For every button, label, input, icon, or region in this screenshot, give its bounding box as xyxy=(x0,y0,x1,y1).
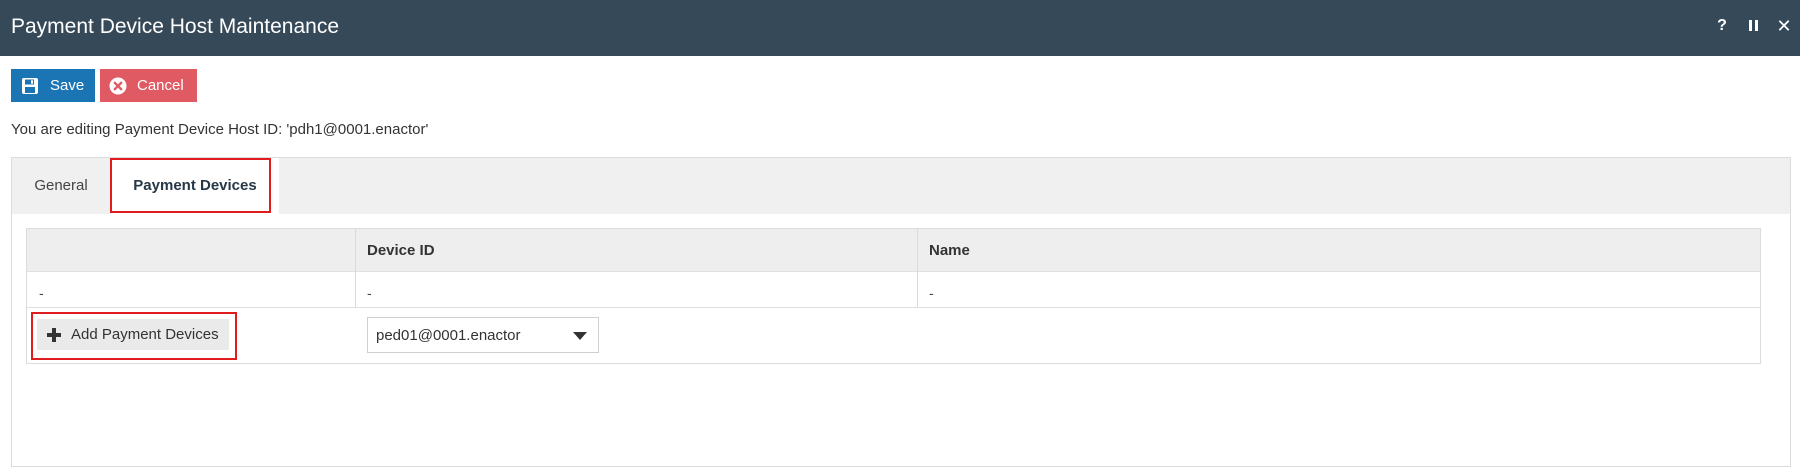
cancel-label: Cancel xyxy=(137,77,184,94)
tab-bar: General Payment Devices xyxy=(12,158,1790,214)
plus-icon xyxy=(47,327,61,342)
cancel-circle-icon xyxy=(109,77,127,94)
caret-down-icon xyxy=(573,332,587,340)
window-title: Payment Device Host Maintenance xyxy=(11,15,339,38)
pause-icon xyxy=(1748,20,1758,31)
payment-devices-table: Device ID Name - - - Add Payment Devices… xyxy=(26,228,1761,364)
close-button[interactable]: ✕ xyxy=(1773,15,1795,37)
tab-general[interactable]: General xyxy=(12,158,110,214)
add-payment-devices-label: Add Payment Devices xyxy=(71,326,219,343)
window-titlebar: Payment Device Host Maintenance ? ✕ xyxy=(0,0,1800,56)
maintenance-panel: General Payment Devices Device ID Name -… xyxy=(11,157,1791,467)
column-header-name: Name xyxy=(929,242,970,259)
pause-button[interactable] xyxy=(1742,15,1764,37)
save-label: Save xyxy=(50,77,85,94)
tab-payment-devices[interactable]: Payment Devices xyxy=(111,158,279,214)
device-id-select[interactable]: ped01@0001.enactor xyxy=(367,317,599,353)
help-button[interactable]: ? xyxy=(1711,15,1733,37)
add-payment-devices-button[interactable]: Add Payment Devices xyxy=(37,319,229,350)
device-id-selected-value: ped01@0001.enactor xyxy=(376,327,521,344)
cancel-button[interactable]: Cancel xyxy=(100,69,197,102)
column-divider xyxy=(355,229,356,307)
table-cell: - xyxy=(929,285,934,301)
save-button[interactable]: Save xyxy=(11,69,95,102)
table-header: Device ID Name xyxy=(27,229,1760,272)
table-cell: - xyxy=(367,285,372,301)
column-divider xyxy=(917,229,918,307)
column-header-device-id: Device ID xyxy=(367,242,435,259)
editing-message: You are editing Payment Device Host ID: … xyxy=(11,121,429,138)
table-cell: - xyxy=(39,285,44,301)
row-divider xyxy=(27,307,1760,308)
floppy-disk-icon xyxy=(22,77,38,94)
